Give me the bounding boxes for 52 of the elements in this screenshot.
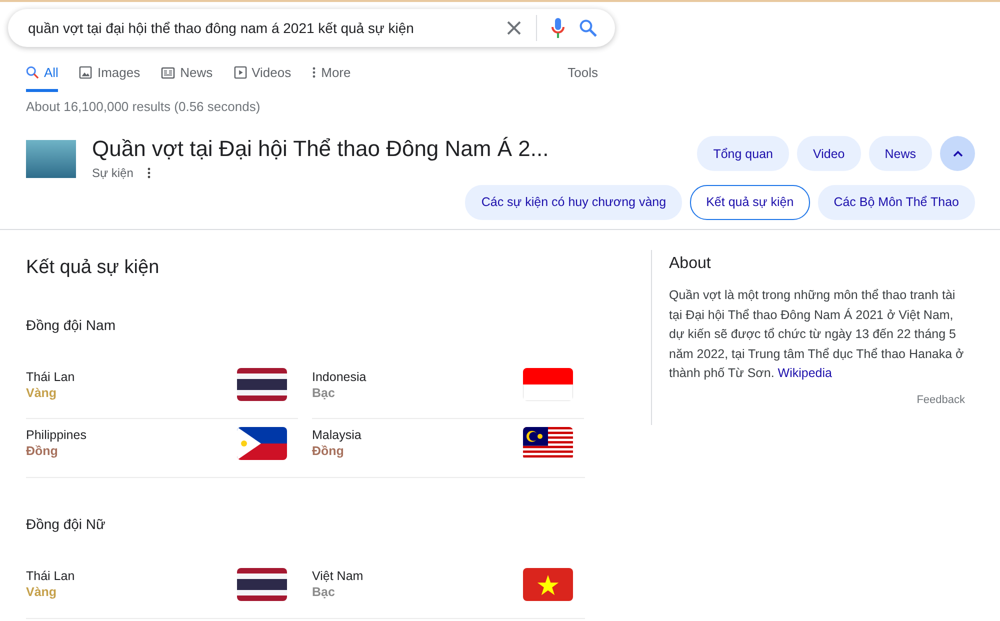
chevron-up-icon [952, 150, 964, 158]
feedback-link[interactable]: Feedback [916, 394, 965, 406]
flag-icon [523, 368, 573, 401]
flag-icon [523, 426, 573, 460]
section-heading: Kết quả sự kiện [26, 257, 160, 279]
entity-title: Quần vợt tại Đại hội Thể thao Đông Nam Á 2... [92, 135, 549, 163]
about-description: Quần vợt là một trong những môn thể thao tranh tài tại Đại hội Thể thao Đông Nam Á 2021 ở Việt Nam, dự kiến sẽ được tổ chức từ ngày 13 đến 22 tháng 5 năm 2022, tại Trung tâm Thể dục Thể thao Hanaka ở thành phố Từ Sơn. Wikipedia [669, 287, 965, 382]
flag-icon [237, 568, 287, 600]
topic-chip[interactable]: Tổng quan [697, 136, 789, 171]
medal-label: Vàng [26, 386, 58, 400]
search-icon[interactable] [579, 19, 597, 37]
search-field[interactable]: quần vợt tại đại hội thể thao đông nam á 2021 kết quả sự kiện [8, 9, 615, 47]
event-heading: Đồng đội Nữ [26, 516, 106, 532]
about-heading: About [669, 255, 712, 273]
search-tab[interactable]: Videos [234, 65, 292, 92]
entity-subtitle: Sự kiện [92, 166, 134, 180]
country-name: Thái Lan [26, 569, 75, 583]
search-tab[interactable]: Images [79, 65, 140, 92]
flag-icon [237, 426, 287, 460]
search-tab[interactable]: All [26, 65, 58, 92]
topic-chip[interactable]: Các sự kiện có huy chương vàng [465, 184, 682, 220]
country-name: Thái Lan [26, 370, 75, 384]
search-icon [26, 66, 39, 79]
close-icon[interactable] [506, 20, 522, 36]
result-stats: About 16,100,000 results (0.56 seconds) [25, 99, 262, 114]
topic-chip[interactable]: News [868, 136, 932, 171]
image-icon [79, 66, 92, 79]
country-name: Malaysia [312, 428, 362, 442]
play-icon [234, 66, 247, 79]
country-name: Indonesia [312, 370, 366, 384]
search-tab[interactable]: News [161, 65, 213, 92]
event-heading: Đồng đội Nam [26, 317, 116, 333]
medal-label: Đồng [26, 444, 59, 458]
tools-button[interactable]: Tools [568, 65, 598, 92]
microphone-icon[interactable] [551, 17, 565, 39]
topic-chip[interactable]: Kết quả sự kiện [690, 184, 810, 220]
topic-chip[interactable]: Video [796, 136, 861, 171]
photo-placeholder [26, 140, 76, 178]
medal-label: Đồng [312, 444, 345, 458]
newspaper-icon [161, 66, 176, 78]
medal-label: Bạc [312, 386, 336, 400]
more-icon[interactable] [147, 167, 152, 179]
topic-chip[interactable]: Các Bộ Môn Thể Thao [818, 184, 975, 220]
country-name: Philippines [26, 428, 86, 442]
search-tab[interactable]: More [312, 65, 351, 92]
medal-label: Vàng [26, 585, 58, 599]
medal-label: Bạc [312, 585, 336, 599]
wikipedia-link[interactable]: Wikipedia [778, 366, 832, 380]
flag-icon [523, 568, 573, 600]
more-icon [312, 66, 316, 79]
flag-icon [237, 368, 287, 401]
country-name: Việt Nam [312, 569, 364, 583]
